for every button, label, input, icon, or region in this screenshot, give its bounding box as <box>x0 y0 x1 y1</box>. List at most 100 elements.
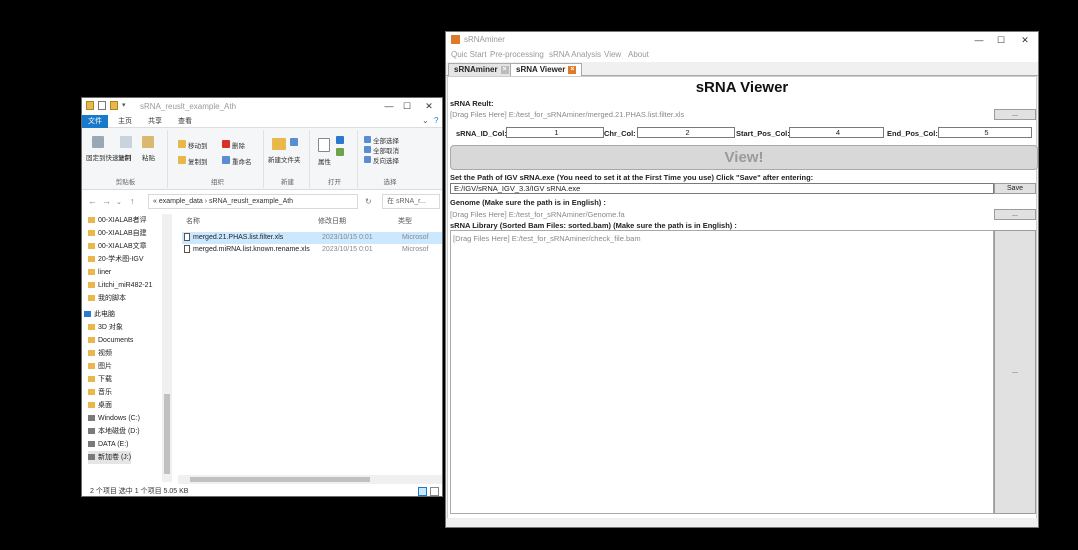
help-icon[interactable]: ? <box>434 116 438 125</box>
igv-path-input[interactable]: E:/IGV/sRNA_IGV_3.3/IGV sRNA.exe <box>450 183 994 194</box>
invert-selection-icon[interactable] <box>364 156 371 163</box>
tab-share[interactable]: 共享 <box>142 115 168 128</box>
nav-item[interactable]: 00-XIALAB文章 <box>88 240 147 253</box>
nav-item[interactable]: 下载 <box>88 373 112 386</box>
forward-icon[interactable]: → <box>102 196 111 206</box>
recent-dropdown-icon[interactable]: ⌄ <box>116 198 122 206</box>
rename-label[interactable]: 重命名 <box>232 156 252 166</box>
invert-selection-label[interactable]: 反向选择 <box>373 155 399 165</box>
column-header-name[interactable]: 名称 <box>186 216 200 226</box>
nav-item-label: 本地磁盘 (D:) <box>98 428 140 435</box>
nav-item[interactable]: 桌面 <box>88 399 112 412</box>
result-browse-button[interactable]: ... <box>994 109 1036 120</box>
properties-icon[interactable] <box>98 101 106 110</box>
nav-item[interactable]: 00-XIALAB者评 <box>88 214 147 227</box>
genome-browse-button[interactable]: ... <box>994 209 1036 220</box>
close-tab-icon[interactable]: × <box>500 65 509 74</box>
excel-file-icon <box>184 233 190 242</box>
nav-item[interactable]: 我的脚本 <box>88 292 126 305</box>
copy-to-icon[interactable] <box>178 156 186 164</box>
properties-label[interactable]: 属性 <box>318 156 331 166</box>
tab-srna-viewer[interactable]: sRNA Viewer × <box>510 63 583 76</box>
up-icon[interactable]: ↑ <box>130 196 135 206</box>
move-to-label[interactable]: 移动到 <box>188 140 208 150</box>
nav-item[interactable]: 视频 <box>88 347 112 360</box>
nav-item[interactable]: 图片 <box>88 360 112 373</box>
refresh-icon[interactable]: ↻ <box>365 197 372 206</box>
nav-item[interactable]: 音乐 <box>88 386 112 399</box>
paste-icon[interactable] <box>142 136 154 148</box>
library-browse-button[interactable]: ... <box>994 230 1036 514</box>
nav-item[interactable]: DATA (E:) <box>88 438 128 451</box>
search-input[interactable]: 在 sRNA_r... <box>382 194 440 209</box>
close-button[interactable]: ✕ <box>422 100 436 112</box>
select-all-icon[interactable] <box>364 136 371 143</box>
new-folder-icon[interactable] <box>110 101 118 110</box>
menu-srna-analysis[interactable]: sRNA Analysis <box>549 50 601 59</box>
chr-col-input[interactable]: 2 <box>637 127 735 138</box>
start-pos-col-input[interactable]: 4 <box>789 127 884 138</box>
move-to-icon[interactable] <box>178 140 186 148</box>
back-icon[interactable]: ← <box>88 196 97 206</box>
nav-item[interactable]: Windows (C:) <box>88 412 140 425</box>
new-folder-icon[interactable] <box>272 138 286 150</box>
nav-item-label: 00-XIALAB自建 <box>98 230 147 237</box>
nav-item[interactable]: Litchi_miR482-21 <box>88 279 152 292</box>
copy-to-label[interactable]: 复制到 <box>188 156 208 166</box>
maximize-button[interactable]: ☐ <box>400 100 414 112</box>
minimize-button[interactable]: — <box>972 34 986 46</box>
menu-view[interactable]: View <box>604 50 621 59</box>
nav-item[interactable]: 00-XIALAB自建 <box>88 227 147 240</box>
copy-icon[interactable] <box>120 136 132 148</box>
ribbon-expand-icon[interactable]: ⌄ <box>422 116 429 125</box>
open-icon[interactable] <box>336 136 344 144</box>
nav-item[interactable]: 新加卷 (J:) <box>88 451 132 464</box>
menu-pre-processing[interactable]: Pre-processing <box>490 50 544 59</box>
delete-label[interactable]: 删除 <box>232 140 245 150</box>
pin-icon[interactable] <box>92 136 104 148</box>
tab-file[interactable]: 文件 <box>82 115 108 128</box>
column-header-date[interactable]: 修改日期 <box>318 216 346 226</box>
srna-id-col-input[interactable]: 1 <box>506 127 604 138</box>
column-header-type[interactable]: 类型 <box>398 216 412 226</box>
nav-item[interactable]: 本地磁盘 (D:) <box>88 425 140 438</box>
horizontal-scrollbar[interactable] <box>178 475 442 484</box>
navigation-scrollbar[interactable] <box>162 214 172 482</box>
maximize-button[interactable]: ☐ <box>994 34 1008 46</box>
menu-quick-start[interactable]: Quic Start <box>451 50 487 59</box>
save-button[interactable]: Save <box>994 183 1036 194</box>
large-icons-view-icon[interactable] <box>430 487 439 496</box>
select-none-label[interactable]: 全部取消 <box>373 145 399 155</box>
nav-item[interactable]: liner <box>88 266 111 279</box>
file-row[interactable]: merged.21.PHAS.list.filter.xls 2023/10/15… <box>182 232 442 244</box>
library-files-area[interactable]: [Drag Files Here] E:/test_for_sRNAminer/… <box>450 230 994 514</box>
view-button[interactable]: View! <box>450 145 1038 170</box>
menu-about[interactable]: About <box>628 50 649 59</box>
nav-item[interactable]: Documents <box>88 334 133 347</box>
close-tab-icon[interactable]: × <box>568 65 577 74</box>
minimize-button[interactable]: — <box>382 100 396 112</box>
properties-icon[interactable] <box>318 138 330 152</box>
address-input[interactable]: « example_data › sRNA_reuslt_example_Ath <box>148 194 358 209</box>
nav-item[interactable]: 此电脑 <box>84 308 115 321</box>
nav-item[interactable]: 3D 对象 <box>88 321 123 334</box>
details-view-icon[interactable] <box>418 487 427 496</box>
nav-item-label: 我的脚本 <box>98 295 126 302</box>
new-item-icon[interactable] <box>290 138 298 146</box>
rename-icon[interactable] <box>222 156 230 164</box>
end-pos-col-input[interactable]: 5 <box>938 127 1032 138</box>
select-none-icon[interactable] <box>364 146 371 153</box>
tab-home[interactable]: 主页 <box>112 115 138 128</box>
tab-srnaminer[interactable]: sRNAminer × <box>448 63 515 76</box>
tab-view[interactable]: 查看 <box>172 115 198 128</box>
select-all-label[interactable]: 全部选择 <box>373 135 399 145</box>
new-folder-label[interactable]: 新建文件夹 <box>268 154 308 164</box>
qat-dropdown-icon[interactable]: ▾ <box>122 101 130 110</box>
result-path-field[interactable]: [Drag Files Here] E:/test_for_sRNAminer/… <box>450 110 684 119</box>
edit-icon[interactable] <box>336 148 344 156</box>
close-button[interactable]: ✕ <box>1018 34 1032 46</box>
delete-icon[interactable] <box>222 140 230 148</box>
nav-item[interactable]: 20-学术图-IGV <box>88 253 144 266</box>
file-row[interactable]: merged.miRNA.list.known.rename.xls 2023/1… <box>182 244 442 256</box>
genome-path-field[interactable]: [Drag Files Here] E:/test_for_sRNAminer/… <box>450 210 625 219</box>
